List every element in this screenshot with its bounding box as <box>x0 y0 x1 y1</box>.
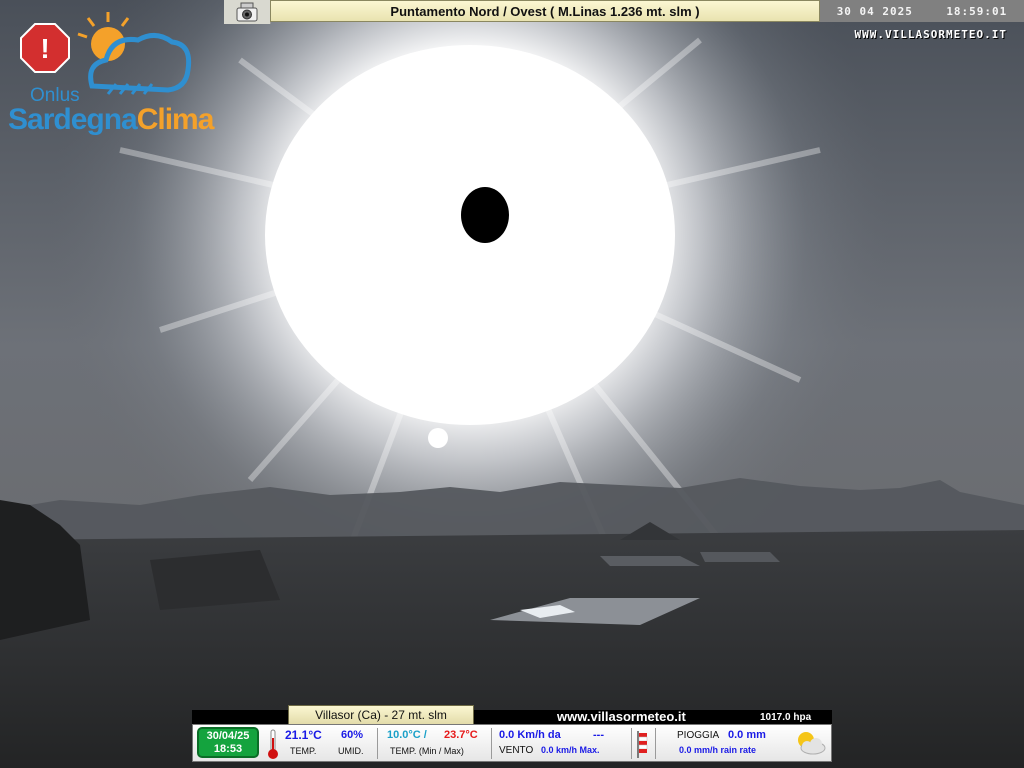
temp-max-value: 23.7°C <box>444 729 478 741</box>
divider <box>377 728 378 759</box>
temp-min-value: 10.0°C / <box>387 729 427 741</box>
windsock-icon <box>637 731 648 758</box>
weather-panel: Villasor (Ca) - 27 mt. slm www.villasorm… <box>192 705 832 762</box>
temperature-label: TEMP. <box>290 746 317 756</box>
reading-date: 30/04/25 <box>206 730 250 742</box>
divider <box>491 728 492 759</box>
svg-text:!: ! <box>40 33 49 64</box>
capture-date: 30 04 2025 <box>836 4 913 18</box>
temperature-value: 21.1°C <box>285 728 322 742</box>
webcam-icon <box>224 0 271 24</box>
camera-direction-title: Puntamento Nord / Ovest ( M.Linas 1.236 … <box>270 0 820 22</box>
reading-time: 18:53 <box>213 743 243 755</box>
rain-label: PIOGGIA <box>677 730 720 741</box>
site-url-top: WWW.VILLASORMETEO.IT <box>854 28 1007 41</box>
rain-value: 0.0 mm <box>728 729 766 741</box>
wind-label: VENTO <box>499 745 534 756</box>
capture-time: 18:59:01 <box>946 4 1008 18</box>
timestamp: 30 04 2025 18:59:01 <box>820 0 1024 22</box>
rain-rate-value: 0.0 mm/h rain rate <box>679 745 757 755</box>
pressure-value: 1017.0 hpa <box>760 712 812 723</box>
station-location: Villasor (Ca) - 27 mt. slm <box>288 705 474 725</box>
reading-timestamp: 30/04/25 18:53 <box>197 727 259 758</box>
thermometer-icon <box>268 729 278 759</box>
humidity-value: 60% <box>341 729 364 741</box>
divider <box>631 728 632 759</box>
divider <box>655 728 656 759</box>
logo-name: SardegnaClima <box>8 103 215 137</box>
logo-name-part2: Clima <box>136 103 215 136</box>
wind-direction: --- <box>593 729 604 741</box>
site-url-bottom: www.villasormeteo.it <box>557 709 686 724</box>
temp-minmax-label: TEMP. (Min / Max) <box>390 746 464 756</box>
weather-readings: 30/04/25 18:53 21.1°C TEMP. 60% UMID. 10… <box>192 724 832 762</box>
top-info-bar: Puntamento Nord / Ovest ( M.Linas 1.236 … <box>224 0 1024 24</box>
humidity-label: UMID. <box>338 746 364 756</box>
wind-max-value: 0.0 km/h Max. <box>541 745 600 755</box>
logo-name-part1: Sardegna <box>8 103 138 136</box>
wind-value: 0.0 Km/h da <box>499 729 561 741</box>
partly-cloudy-icon <box>798 732 826 755</box>
sardegna-clima-logo: ! Onlus SardegnaClima <box>8 8 228 136</box>
